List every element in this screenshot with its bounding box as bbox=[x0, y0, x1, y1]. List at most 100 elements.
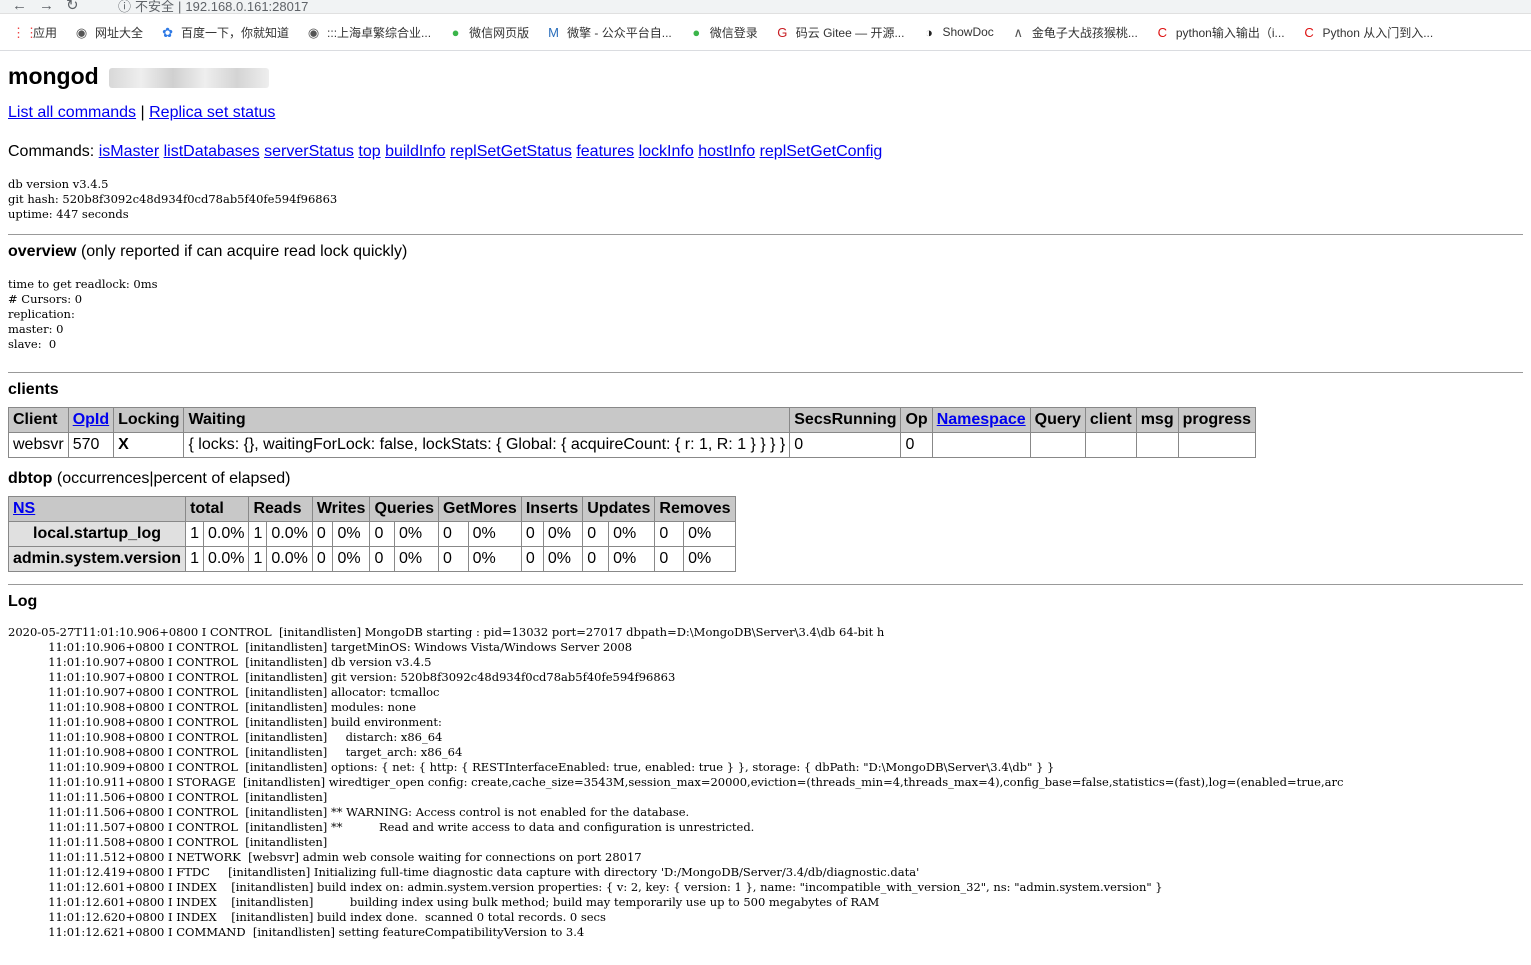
nav-buttons: ←→↻ bbox=[12, 0, 91, 14]
clients-table: Client OpId Locking Waiting SecsRunning Op Nam… bbox=[8, 407, 1257, 458]
overview-heading: overview (only reported if can acquire r… bbox=[8, 243, 1523, 261]
command-link-ismaster[interactable]: isMaster bbox=[99, 143, 159, 160]
clients-header-cell: Query bbox=[1029, 407, 1086, 433]
list-all-commands-link[interactable]: List all commands bbox=[8, 104, 136, 121]
dbtop-cell: 0% bbox=[393, 521, 440, 547]
clients-header-cell[interactable]: OpId bbox=[67, 407, 115, 433]
redacted-hostname bbox=[109, 67, 270, 88]
bookmark-item[interactable]: ● 微信网页版 bbox=[448, 24, 529, 41]
bookmark-item[interactable]: G 码云 Gitee — 开源... bbox=[775, 24, 905, 41]
divider bbox=[8, 234, 1523, 235]
showdoc-icon: ◑ bbox=[925, 24, 933, 40]
bookmark-label: 码云 Gitee — 开源... bbox=[795, 25, 905, 40]
page-title-text: mongod bbox=[8, 63, 99, 89]
dbtop-note: (occurrences|percent of elapsed) bbox=[56, 470, 291, 487]
command-link-replsetgetstatus[interactable]: replSetGetStatus bbox=[450, 143, 572, 160]
command-link-buildinfo[interactable]: buildInfo bbox=[385, 143, 446, 160]
dbtop-cell: 0.0% bbox=[202, 521, 250, 547]
command-link-replsetgetconfig[interactable]: replSetGetConfig bbox=[760, 143, 883, 160]
globe-icon: ◉ bbox=[75, 24, 88, 40]
commands-bar: Commands: isMaster listDatabases serverS… bbox=[8, 143, 1523, 161]
clients-header-cell: Op bbox=[900, 407, 933, 433]
bookmark-item[interactable]: ∧ 金龟子大战孩猴桃... bbox=[1011, 24, 1138, 41]
clients-cell bbox=[931, 432, 1031, 458]
clients-header-cell: progress bbox=[1177, 407, 1257, 433]
dbtop-cell: 0% bbox=[332, 521, 371, 547]
address-bar[interactable]: ⓘ 不安全 | 192.168.0.161:28017 bbox=[118, 0, 312, 15]
dbtop-header-cell: Writes bbox=[311, 496, 371, 522]
command-link-serverstatus[interactable]: serverStatus bbox=[264, 143, 354, 160]
bookmark-label: 百度一下，你就知道 bbox=[181, 25, 290, 40]
insecure-label: 不安全 bbox=[135, 0, 175, 14]
dbtop-cell: 0 bbox=[582, 521, 610, 547]
c-logo-icon: C bbox=[1304, 24, 1314, 40]
overview-note: (only reported if can acquire read lock … bbox=[80, 243, 408, 260]
bookmark-item[interactable]: ⋮⋮ 应用 bbox=[12, 24, 57, 41]
clients-cell: 0 bbox=[789, 432, 902, 458]
dbtop-cell: 0 bbox=[654, 521, 685, 547]
table-row: websvr 570 X{ locks: {}, waitingForLock: f… bbox=[8, 432, 1257, 458]
clients-cell: 570 bbox=[67, 432, 115, 458]
dbtop-header-cell: GetMores bbox=[438, 496, 522, 522]
sort-link-opid[interactable]: OpId bbox=[73, 411, 109, 428]
dbtop-cell: 0% bbox=[467, 521, 522, 547]
log-text: 2020-05-27T11:01:10.906+0800 I CONTROL [… bbox=[8, 625, 1344, 939]
wechat-icon: ● bbox=[451, 24, 460, 40]
dbtop-table: NS total Reads Writes Queries GetMores Inserts… bbox=[7, 496, 736, 572]
divider bbox=[8, 584, 1523, 585]
dbtop-cell: 0% bbox=[542, 546, 584, 572]
clients-header-cell: Waiting bbox=[183, 407, 791, 433]
bookmark-item[interactable]: ◉ 网址大全 bbox=[74, 24, 143, 41]
dbtop-header-cell: Inserts bbox=[520, 496, 584, 522]
url-text[interactable]: 192.168.0.161:28017 bbox=[185, 0, 308, 14]
dbtop-cell: 0% bbox=[332, 546, 371, 572]
link-icon: ∧ bbox=[1013, 24, 1024, 40]
clients-cell: 0 bbox=[900, 432, 933, 458]
globe-icon: ◉ bbox=[307, 24, 320, 40]
dbtop-cell: 0% bbox=[542, 521, 584, 547]
command-link-features[interactable]: features bbox=[576, 143, 634, 160]
back-arrow-icon[interactable]: ← bbox=[12, 0, 39, 14]
dbtop-header-cell[interactable]: NS bbox=[7, 496, 187, 522]
dbtop-namespace: local.startup_log bbox=[7, 521, 187, 547]
bookmark-item[interactable]: Cpython输入输出（i... bbox=[1155, 24, 1285, 41]
dbtop-header-cell: Updates bbox=[582, 496, 656, 522]
dbtop-cell: 0 bbox=[520, 546, 544, 572]
clients-cell: websvr bbox=[8, 432, 69, 458]
reload-icon[interactable]: ↻ bbox=[66, 0, 91, 14]
bookmark-item[interactable]: C Python 从入门到入... bbox=[1302, 24, 1434, 41]
bookmark-label: 微信网页版 bbox=[469, 25, 530, 40]
dbtop-cell: 0 bbox=[520, 521, 544, 547]
dbtop-cell: 0% bbox=[683, 546, 736, 572]
command-link-hostinfo[interactable]: hostInfo bbox=[698, 143, 755, 160]
clients-title: clients bbox=[8, 381, 59, 398]
forward-arrow-icon[interactable]: → bbox=[39, 0, 66, 14]
page-title: mongod bbox=[8, 63, 1523, 90]
dbtop-cell: 0.0% bbox=[202, 546, 250, 572]
clients-header-cell[interactable]: Namespace bbox=[931, 407, 1031, 433]
bookmark-item[interactable]: ◑ ShowDoc bbox=[921, 24, 994, 40]
bookmark-item[interactable]: ◉:::上海卓繁综合业... bbox=[306, 24, 431, 41]
gitee-icon: G bbox=[777, 24, 788, 40]
bookmark-label: ShowDoc bbox=[942, 25, 994, 39]
bookmark-label: Python 从入门到入... bbox=[1322, 25, 1434, 40]
dbtop-cell: 0.0% bbox=[266, 546, 313, 572]
sort-link-namespace[interactable]: Namespace bbox=[937, 411, 1026, 428]
dbtop-header-cell: Queries bbox=[369, 496, 440, 522]
bookmark-item[interactable]: ● 微信登录 bbox=[689, 24, 758, 41]
dbtop-cell: 0 bbox=[438, 521, 469, 547]
bookmark-item[interactable]: M 微擎 - 公众平台自... bbox=[546, 24, 672, 41]
commands-label: Commands: bbox=[8, 143, 95, 160]
bookmark-label: 微信登录 bbox=[709, 25, 758, 40]
command-link-top[interactable]: top bbox=[358, 143, 380, 160]
bookmark-label: 网址大全 bbox=[95, 25, 144, 40]
command-link-lockinfo[interactable]: lockInfo bbox=[639, 143, 694, 160]
sort-link-ns[interactable]: NS bbox=[13, 500, 35, 517]
clients-header-cell: client bbox=[1084, 407, 1137, 433]
replica-set-status-link[interactable]: Replica set status bbox=[149, 104, 275, 121]
command-link-listdatabases[interactable]: listDatabases bbox=[164, 143, 260, 160]
clients-cell: { locks: {}, waitingForLock: false, lock… bbox=[183, 432, 791, 458]
bookmark-item[interactable]: ✿ 百度一下，你就知道 bbox=[160, 24, 289, 41]
info-icon[interactable]: ⓘ bbox=[118, 0, 131, 14]
dbtop-cell: 0.0% bbox=[266, 521, 313, 547]
